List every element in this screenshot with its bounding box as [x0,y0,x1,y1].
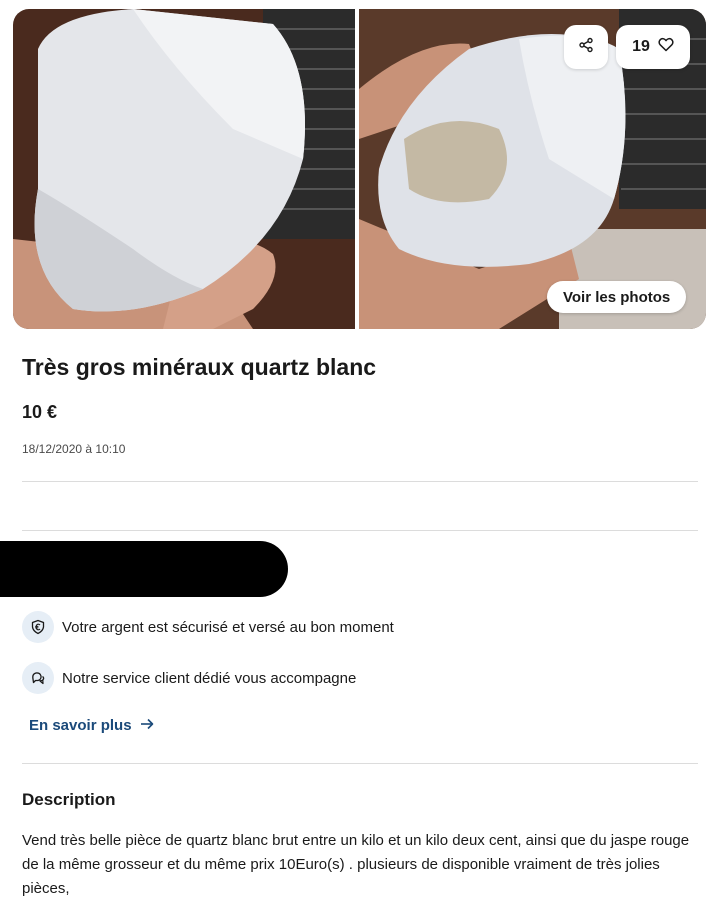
description-body: Vend très belle pièce de quartz blanc br… [22,832,690,897]
learn-more-label: En savoir plus [29,717,132,734]
redacted-seller-info [0,541,288,597]
learn-more-link[interactable]: En savoir plus [29,717,154,734]
see-photos-button[interactable]: Voir les photos [547,281,687,313]
share-button[interactable] [564,25,608,69]
arrow-right-icon [140,717,154,734]
listing-photo-1[interactable] [13,9,355,329]
favorite-count: 19 [632,38,650,55]
guarantee-text: Notre service client dédié vous accompag… [62,669,357,687]
listing-price: 10 € [22,402,58,422]
share-icon [578,37,594,58]
shield-euro-icon [22,611,54,643]
guarantee-item-customer-service: Notre service client dédié vous accompag… [22,662,356,694]
description-heading: Description [22,790,116,809]
photo-actions: 19 [564,25,690,69]
divider [22,481,698,482]
guarantee-text: Votre argent est sécurisé et versé au bo… [62,618,394,636]
guarantee-item-secure-payment: Votre argent est sécurisé et versé au bo… [22,611,394,643]
listing-title: Très gros minéraux quartz blanc [22,354,377,380]
chat-support-icon [22,662,54,694]
divider [22,530,698,531]
favorite-button[interactable]: 19 [616,25,690,69]
listing-date: 18/12/2020 à 10:10 [22,442,126,456]
heart-icon [658,37,674,57]
divider [22,763,698,764]
